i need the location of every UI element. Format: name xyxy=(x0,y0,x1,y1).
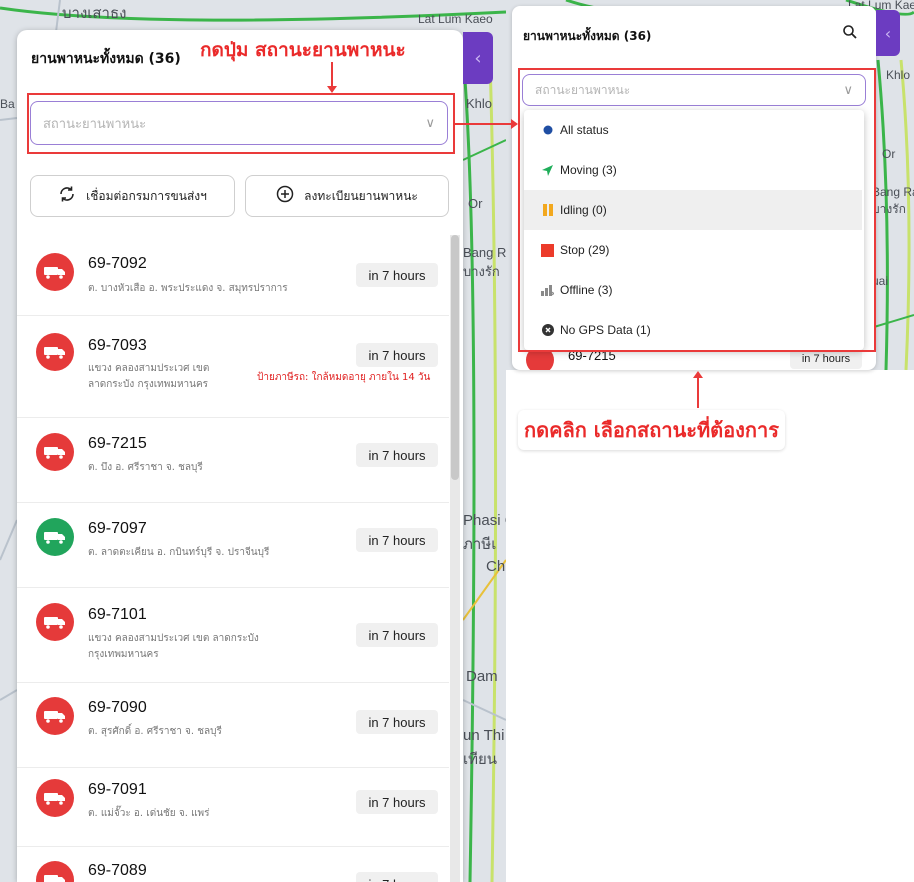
vehicle-plate: 69-7215 xyxy=(88,435,147,452)
time-badge: in 7 hours xyxy=(356,443,438,467)
truck-icon xyxy=(36,861,74,882)
vehicle-plate: 69-7093 xyxy=(88,337,147,354)
chevron-left-icon: ‹ xyxy=(884,23,892,43)
truck-icon xyxy=(36,433,74,471)
register-vehicle-label: ลงทะเบียนยานพาหนะ xyxy=(304,188,418,203)
time-badge: in 7 hours xyxy=(356,623,438,647)
time-badge: in 7 hours xyxy=(356,790,438,814)
map-label: บางรัก xyxy=(463,264,500,279)
annotation-box-status-select xyxy=(27,93,455,154)
annotation-arrow xyxy=(331,62,333,88)
vehicle-plate: 69-7091 xyxy=(88,781,147,798)
vehicle-address: ต. บึง อ. ศรีราชา จ. ชลบุรี xyxy=(88,462,203,473)
vehicle-row[interactable]: 69-7092 ต. บางหัวเสือ อ. พระประแดง จ. สม… xyxy=(17,235,449,316)
vehicle-address: ต. สุรศักดิ์ อ. ศรีราชา จ. ชลบุรี xyxy=(88,726,222,737)
truck-icon xyxy=(36,697,74,735)
truck-icon xyxy=(36,779,74,817)
map-label: ภาษีเ xyxy=(463,536,497,553)
map-label: Or xyxy=(882,147,896,161)
vehicle-address: แขวง คลองสามประเวศ เขต ลาดกระบัง กรุงเทพ… xyxy=(88,633,259,660)
map-label: Khlo xyxy=(466,96,493,111)
map-label: Ch xyxy=(486,558,506,575)
map-label: Phasi C xyxy=(463,512,506,529)
vehicle-row[interactable]: 69-7089 in 7 hours xyxy=(17,847,449,882)
annotation-connector xyxy=(455,123,513,125)
vehicle-address: ต. แม่จั๊วะ อ. เด่นชัย จ. แพร่ xyxy=(88,808,210,819)
vehicle-row[interactable]: 69-7097 ต. ลาดตะเคียน อ. กบินทร์บุรี จ. … xyxy=(17,503,449,588)
panel-title: ยานพาหนะทั้งหมด (36) xyxy=(523,29,652,43)
time-badge: in 7 hours xyxy=(356,872,438,882)
vehicle-row[interactable]: 69-7093 แขวง คลองสามประเวศ เขต ลาดกระบัง… xyxy=(17,316,449,418)
map-label: Dam xyxy=(466,668,498,685)
time-badge: in 7 hours xyxy=(356,343,438,367)
dlt-sync-button[interactable]: เชื่อมต่อกรมการขนส่งฯ xyxy=(30,175,235,217)
vehicle-plate: 69-7090 xyxy=(88,699,147,716)
annotation-label-select-status: กดคลิก เลือกสถานะที่ต้องการ xyxy=(518,410,786,450)
map-label: เทียน xyxy=(463,751,498,768)
truck-icon xyxy=(36,333,74,371)
vehicle-row[interactable]: 69-7091 ต. แม่จั๊วะ อ. เด่นชัย จ. แพร่ i… xyxy=(17,768,449,847)
map-label: un Thi xyxy=(463,727,505,744)
map-label: Bang Ra xyxy=(463,245,506,260)
map-label: Khlo xyxy=(886,68,911,82)
register-vehicle-button[interactable]: ลงทะเบียนยานพาหนะ xyxy=(245,175,449,217)
collapse-panel-button[interactable]: ‹ xyxy=(876,10,900,56)
map-label: Lat Lum Kaeo xyxy=(418,12,493,26)
annotation-label-press-status: กดปุ่ม สถานะยานพาหนะ xyxy=(196,33,410,67)
panel-title: ยานพาหนะทั้งหมด (36) xyxy=(31,51,181,67)
vehicle-plate: 69-7101 xyxy=(88,606,147,623)
time-badge: in 7 hours xyxy=(790,349,862,369)
chevron-left-icon: ‹ xyxy=(474,47,482,69)
vehicle-plate: 69-7097 xyxy=(88,520,147,537)
map-label: บางรัก xyxy=(872,202,906,216)
vehicle-row[interactable]: 69-7090 ต. สุรศักดิ์ อ. ศรีราชา จ. ชลบุร… xyxy=(17,683,449,768)
vehicle-list-panel: ยานพาหนะทั้งหมด (36) สถานะยานพาหนะ ∨ เชื… xyxy=(17,30,463,882)
time-badge: in 7 hours xyxy=(356,528,438,552)
vehicle-list: 69-7092 ต. บางหัวเสือ อ. พระประแดง จ. สม… xyxy=(17,235,449,882)
list-scrollbar[interactable] xyxy=(450,235,460,882)
annotation-box-dropdown xyxy=(518,68,876,352)
collapse-panel-button[interactable]: ‹ xyxy=(463,32,493,84)
annotation-arrow xyxy=(697,378,699,408)
truck-icon xyxy=(36,603,74,641)
plus-circle-icon xyxy=(276,184,294,208)
tax-expiry-warning: ป้ายภาษีรถ: ใกล้หมดอายุ ภายใน 14 วัน xyxy=(257,372,431,383)
annotation-arrowhead xyxy=(511,119,518,129)
truck-icon xyxy=(36,518,74,556)
time-badge: in 7 hours xyxy=(356,263,438,287)
search-icon[interactable] xyxy=(842,24,858,44)
annotation-arrowhead xyxy=(327,86,337,93)
vehicle-row[interactable]: 69-7215 ต. บึง อ. ศรีราชา จ. ชลบุรี in 7… xyxy=(17,418,449,503)
vehicle-address: ต. ลาดตะเคียน อ. กบินทร์บุรี จ. ปราจีนบุ… xyxy=(88,547,270,558)
vehicle-address: แขวง คลองสามประเวศ เขต ลาดกระบัง กรุงเทพ… xyxy=(88,363,210,390)
annotation-arrowhead xyxy=(693,371,703,378)
truck-icon xyxy=(36,253,74,291)
map-label: Ba xyxy=(0,97,15,111)
dlt-sync-label: เชื่อมต่อกรมการขนส่งฯ xyxy=(86,188,207,203)
map-label: Or xyxy=(468,196,483,211)
vehicle-address: ต. บางหัวเสือ อ. พระประแดง จ. สมุทรปรากา… xyxy=(88,283,288,294)
map-label: บางเสาธง xyxy=(62,5,127,22)
scrollbar-thumb[interactable] xyxy=(451,235,459,480)
vehicle-row[interactable]: 69-7101 แขวง คลองสามประเวศ เขต ลาดกระบัง… xyxy=(17,588,449,683)
vehicle-plate: 69-7092 xyxy=(88,255,147,272)
map-label: Bang Ra xyxy=(872,185,914,199)
vehicle-plate: 69-7089 xyxy=(88,862,147,879)
time-badge: in 7 hours xyxy=(356,710,438,734)
refresh-icon xyxy=(58,184,76,208)
